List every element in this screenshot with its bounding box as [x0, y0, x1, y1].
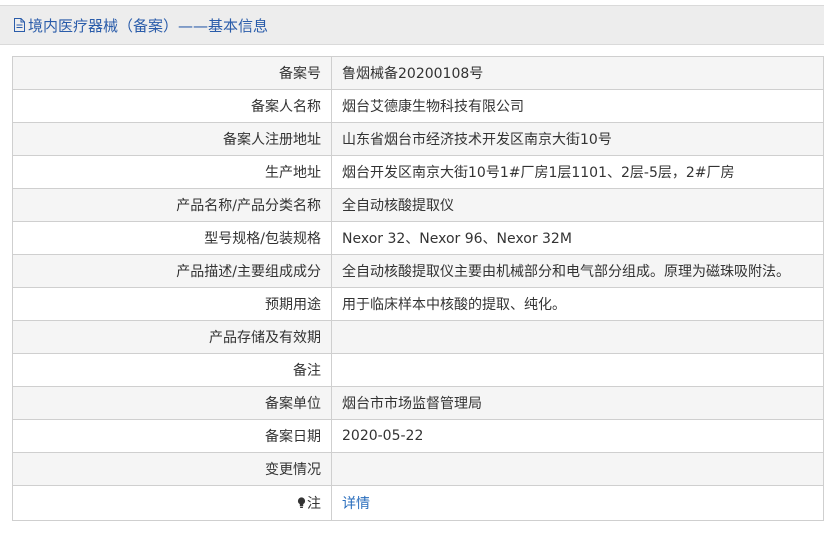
table-row: 变更情况	[12, 452, 824, 486]
row-value: 烟台艾德康生物科技有限公司	[331, 89, 824, 123]
row-value: 全自动核酸提取仪	[331, 188, 824, 222]
note-row: 注 详情	[12, 485, 824, 521]
table-row: 预期用途 用于临床样本中核酸的提取、纯化。	[12, 287, 824, 321]
row-value: 用于临床样本中核酸的提取、纯化。	[331, 287, 824, 321]
row-value: 鲁烟械备20200108号	[331, 56, 824, 90]
row-label: 备案单位	[12, 386, 332, 420]
page-header: 境内医疗器械（备案）——基本信息	[0, 5, 824, 45]
table-row: 备案日期 2020-05-22	[12, 419, 824, 453]
row-label: 备案日期	[12, 419, 332, 453]
row-label: 备注	[12, 353, 332, 387]
row-value: 山东省烟台市经济技术开发区南京大街10号	[331, 122, 824, 156]
row-label: 备案人注册地址	[12, 122, 332, 156]
row-value: 烟台市市场监督管理局	[331, 386, 824, 420]
row-value	[331, 320, 824, 354]
row-value	[331, 353, 824, 387]
row-label: 产品描述/主要组成成分	[12, 254, 332, 288]
details-link[interactable]: 详情	[342, 496, 370, 512]
note-label: 注	[307, 496, 321, 512]
table-row: 备案单位 烟台市市场监督管理局	[12, 386, 824, 420]
info-table: 备案号 鲁烟械备20200108号 备案人名称 烟台艾德康生物科技有限公司 备案…	[12, 56, 824, 521]
row-label: 产品存储及有效期	[12, 320, 332, 354]
table-row: 备案人注册地址 山东省烟台市经济技术开发区南京大街10号	[12, 122, 824, 156]
table-row: 产品名称/产品分类名称 全自动核酸提取仪	[12, 188, 824, 222]
row-label: 预期用途	[12, 287, 332, 321]
row-value	[331, 452, 824, 486]
row-label: 生产地址	[12, 155, 332, 189]
table-row: 备注	[12, 353, 824, 387]
table-row: 备案号 鲁烟械备20200108号	[12, 56, 824, 90]
table-row: 产品描述/主要组成成分 全自动核酸提取仪主要由机械部分和电气部分组成。原理为磁珠…	[12, 254, 824, 288]
note-label-cell: 注	[12, 485, 332, 521]
table-row: 备案人名称 烟台艾德康生物科技有限公司	[12, 89, 824, 123]
row-value: 烟台开发区南京大街10号1#厂房1层1101、2层-5层，2#厂房	[331, 155, 824, 189]
row-label: 型号规格/包装规格	[12, 221, 332, 255]
row-label: 备案人名称	[12, 89, 332, 123]
table-row: 生产地址 烟台开发区南京大街10号1#厂房1层1101、2层-5层，2#厂房	[12, 155, 824, 189]
note-value-cell: 详情	[331, 485, 824, 521]
row-label: 产品名称/产品分类名称	[12, 188, 332, 222]
row-value: 2020-05-22	[331, 419, 824, 453]
table-row: 产品存储及有效期	[12, 320, 824, 354]
document-icon	[14, 18, 25, 32]
row-label: 变更情况	[12, 452, 332, 486]
table-row: 型号规格/包装规格 Nexor 32、Nexor 96、Nexor 32M	[12, 221, 824, 255]
row-label: 备案号	[12, 56, 332, 90]
lightbulb-icon	[297, 497, 306, 508]
page-title: 境内医疗器械（备案）——基本信息	[28, 16, 269, 35]
row-value: 全自动核酸提取仪主要由机械部分和电气部分组成。原理为磁珠吸附法。	[331, 254, 824, 288]
row-value: Nexor 32、Nexor 96、Nexor 32M	[331, 221, 824, 255]
